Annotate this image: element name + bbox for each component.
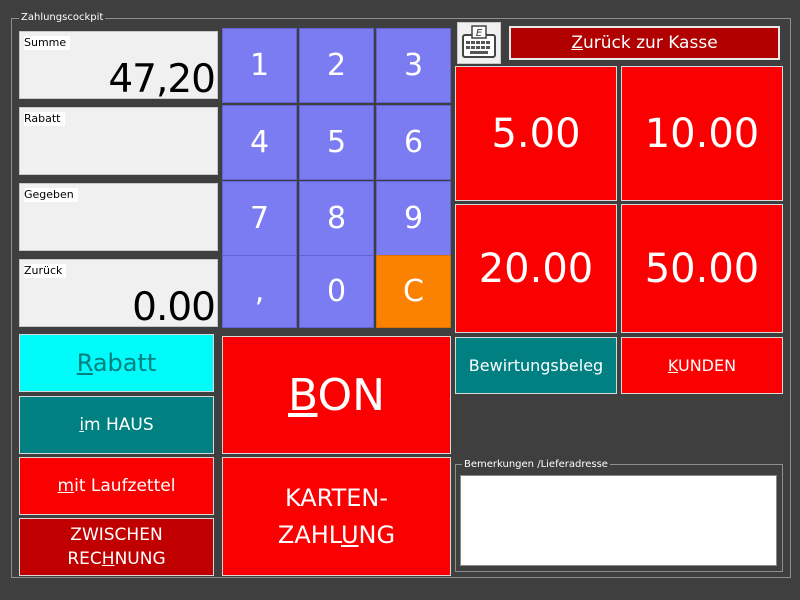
remarks-input[interactable] [460, 475, 777, 566]
im-haus-button-label: im HAUS [79, 415, 154, 435]
key-9[interactable]: 9 [376, 181, 451, 256]
rabatt-button-label: Rabatt [76, 349, 157, 377]
key-7[interactable]: 7 [222, 181, 297, 256]
kartenzahlung-button[interactable]: KARTEN- ZAHLUNG [222, 457, 451, 576]
keyboard-icon: E [462, 25, 496, 58]
amount-50-button[interactable]: 50.00 [621, 204, 783, 333]
key-3[interactable]: 3 [376, 28, 451, 103]
bewirtungsbeleg-label: Bewirtungsbeleg [468, 356, 604, 375]
amount-5-button[interactable]: 5.00 [455, 66, 617, 201]
key-comma[interactable]: , [222, 255, 297, 328]
bewirtungsbeleg-button[interactable]: Bewirtungsbeleg [455, 337, 617, 394]
clear-key[interactable]: C [376, 255, 451, 328]
zurueck-label: Zurück [24, 264, 67, 278]
cockpit-title: Zahlungscockpit [19, 12, 106, 24]
back-to-register-label: Zurück zur Kasse [571, 33, 718, 53]
key-4[interactable]: 4 [222, 105, 297, 180]
remarks-title: Bemerkungen /Lieferadresse [462, 459, 610, 471]
gegeben-field[interactable]: Gegeben [19, 183, 218, 251]
zurueck-value: 0.00 [132, 285, 216, 330]
kunden-button[interactable]: KUNDEN [621, 337, 783, 394]
rabatt-label: Rabatt [24, 112, 65, 126]
on-screen-keyboard-button[interactable]: E [457, 22, 501, 64]
bon-button[interactable]: BON [222, 336, 451, 454]
key-2[interactable]: 2 [299, 28, 374, 103]
mit-laufzettel-button-label: mit Laufzettel [57, 476, 176, 496]
im-haus-button[interactable]: im HAUS [19, 396, 214, 454]
key-6[interactable]: 6 [376, 105, 451, 180]
svg-text:E: E [476, 28, 483, 39]
kartenzahlung-button-label: KARTEN- ZAHLUNG [277, 483, 396, 549]
key-5[interactable]: 5 [299, 105, 374, 180]
key-1[interactable]: 1 [222, 28, 297, 103]
zurueck-field: Zurück 0.00 [19, 259, 218, 330]
zwischenrechnung-button[interactable]: ZWISCHEN RECHNUNG [19, 518, 214, 576]
summe-label: Summe [24, 36, 71, 50]
rabatt-button[interactable]: Rabatt [19, 334, 214, 392]
amount-10-button[interactable]: 10.00 [621, 66, 783, 201]
gegeben-label: Gegeben [24, 188, 78, 202]
bon-button-label: BON [288, 369, 385, 421]
key-8[interactable]: 8 [299, 181, 374, 256]
mit-laufzettel-button[interactable]: mit Laufzettel [19, 457, 214, 515]
amount-20-button[interactable]: 20.00 [455, 204, 617, 333]
rabatt-field[interactable]: Rabatt [19, 107, 218, 175]
back-to-register-button[interactable]: Zurück zur Kasse [509, 26, 780, 60]
key-0[interactable]: 0 [299, 255, 374, 328]
zwischenrechnung-button-label: ZWISCHEN RECHNUNG [67, 525, 166, 569]
summe-value: 47,20 [108, 57, 216, 102]
kunden-label: KUNDEN [667, 356, 737, 375]
summe-field: Summe 47,20 [19, 31, 218, 102]
